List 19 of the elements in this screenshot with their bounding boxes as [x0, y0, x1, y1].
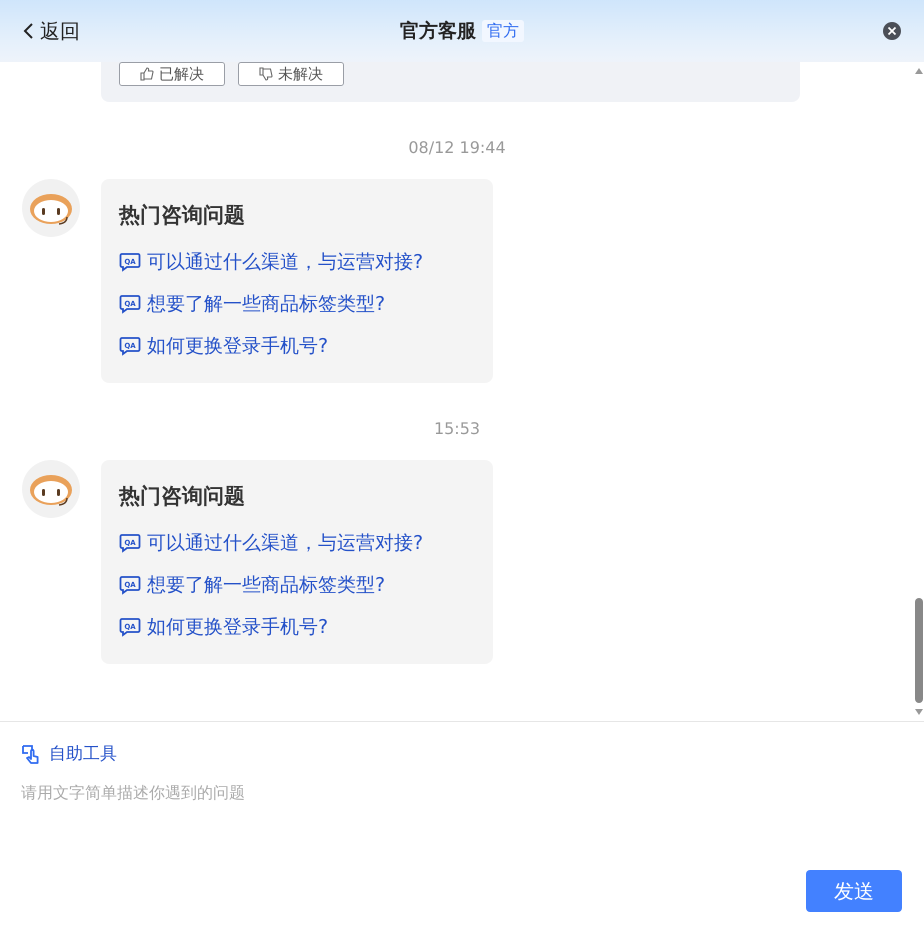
official-badge: 官方 — [482, 20, 524, 42]
close-icon — [882, 21, 902, 41]
close-button[interactable] — [882, 21, 902, 41]
send-button[interactable]: 发送 — [806, 870, 902, 912]
thumbs-down-icon — [259, 67, 273, 81]
faq-title: 热门咨询问题 — [119, 483, 246, 510]
window-title: 官方客服 — [400, 19, 476, 44]
feedback-button[interactable]: 已解决 — [119, 62, 225, 86]
robot-avatar — [22, 179, 80, 237]
back-button[interactable]: 返回 — [22, 18, 80, 44]
feedback-button[interactable]: 未解决 — [238, 62, 344, 86]
message-timestamp: 08/12 19:44 — [407, 138, 507, 157]
self-service-tools-button[interactable]: 自助工具 — [21, 742, 117, 765]
message-input-field[interactable]: 请用文字简单描述你遇到的问题 — [21, 783, 902, 870]
thumbs-up-icon — [140, 67, 154, 81]
robot-avatar — [22, 460, 80, 518]
message-timestamp: 15:53 — [432, 419, 482, 438]
chevron-left-icon — [22, 22, 34, 40]
faq-title: 热门咨询问题 — [119, 202, 246, 229]
